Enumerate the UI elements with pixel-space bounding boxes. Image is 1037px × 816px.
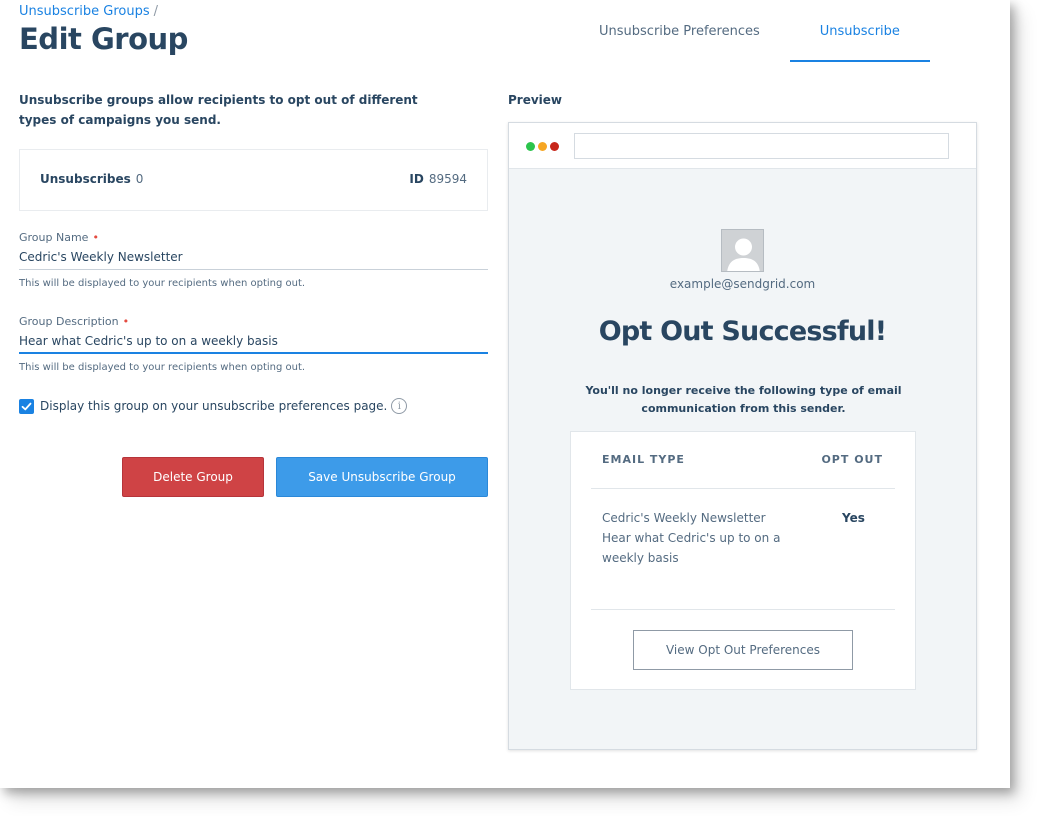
intro-text: Unsubscribe groups allow recipients to o… xyxy=(19,93,418,127)
column-header-email-type: EMAIL TYPE xyxy=(602,453,685,466)
checkbox-check-icon xyxy=(21,402,32,410)
group-description-label: Group Description xyxy=(19,315,119,328)
id-stat: ID 89594 xyxy=(409,172,467,186)
breadcrumb: Unsubscribe Groups / xyxy=(19,4,158,19)
table-divider xyxy=(591,609,895,610)
delete-group-button[interactable]: Delete Group xyxy=(122,457,264,497)
unsubscribes-label: Unsubscribes xyxy=(40,172,131,186)
preview-email: example@sendgrid.com xyxy=(669,277,816,291)
browser-toolbar xyxy=(509,123,976,169)
browser-url-bar xyxy=(574,133,949,159)
group-description-field: Group Description • Hear what Cedric's up… xyxy=(19,315,488,373)
group-name-input[interactable]: Cedric's Weekly Newsletter xyxy=(19,248,488,270)
window-dot-green xyxy=(526,142,535,151)
opt-out-title: Opt Out Successful! xyxy=(598,316,887,347)
opt-out-value: Yes xyxy=(842,511,865,525)
display-group-checkbox[interactable] xyxy=(19,398,34,414)
required-mark: • xyxy=(92,231,99,244)
unsubscribes-stat: Unsubscribes 0 xyxy=(40,172,143,186)
group-description-help: This will be displayed to your recipient… xyxy=(19,362,306,373)
tab-unsubscribe[interactable]: Unsubscribe xyxy=(789,0,930,62)
preview-label: Preview xyxy=(508,93,563,107)
display-group-option: Display this group on your unsubscribe p… xyxy=(19,398,408,414)
group-description-label-row: Group Description • xyxy=(19,315,488,328)
group-stats-box: Unsubscribes 0 ID 89594 xyxy=(19,149,488,211)
column-header-opt-out: OPT OUT xyxy=(821,453,883,466)
group-name-field: Group Name • Cedric's Weekly Newsletter T… xyxy=(19,231,488,289)
opt-out-card: EMAIL TYPE OPT OUT Cedric's Weekly Newsl… xyxy=(570,431,916,690)
group-name-label: Group Name xyxy=(19,231,89,244)
table-divider xyxy=(591,488,895,489)
email-type-name: Cedric's Weekly Newsletter xyxy=(602,511,766,525)
info-icon[interactable]: i xyxy=(391,398,408,414)
breadcrumb-separator: / xyxy=(153,4,159,19)
page-title: Edit Group xyxy=(19,22,188,56)
view-opt-out-preferences-button[interactable]: View Opt Out Preferences xyxy=(633,630,853,670)
tab-unsubscribe-preferences[interactable]: Unsubscribe Preferences xyxy=(569,0,790,62)
id-label: ID xyxy=(409,172,424,186)
table-row: Cedric's Weekly Newsletter Hear what Ced… xyxy=(602,508,792,568)
required-mark: • xyxy=(122,315,130,328)
breadcrumb-link-unsubscribe-groups[interactable]: Unsubscribe Groups xyxy=(19,4,150,19)
email-type-description: Hear what Cedric's up to on a weekly bas… xyxy=(602,531,781,565)
group-name-help: This will be displayed to your recipient… xyxy=(19,278,306,289)
window-dot-red xyxy=(550,142,559,151)
opt-out-description: You'll no longer receive the following t… xyxy=(585,384,902,415)
group-name-label-row: Group Name • xyxy=(19,231,488,244)
save-unsubscribe-group-button[interactable]: Save Unsubscribe Group xyxy=(276,457,488,497)
group-description-input[interactable]: Hear what Cedric's up to on a weekly bas… xyxy=(19,332,488,354)
preview-tabs: Unsubscribe Preferences Unsubscribe xyxy=(569,0,930,62)
preview-browser-window: example@sendgrid.com Opt Out Successful!… xyxy=(508,122,977,750)
unsubscribes-value: 0 xyxy=(135,172,144,186)
app-frame: Unsubscribe Groups / Edit Group Unsubscri… xyxy=(0,0,1010,788)
id-value: 89594 xyxy=(428,172,467,186)
window-dot-orange xyxy=(538,142,547,151)
display-group-label: Display this group on your unsubscribe p… xyxy=(40,399,388,413)
avatar-placeholder-icon xyxy=(721,229,764,272)
